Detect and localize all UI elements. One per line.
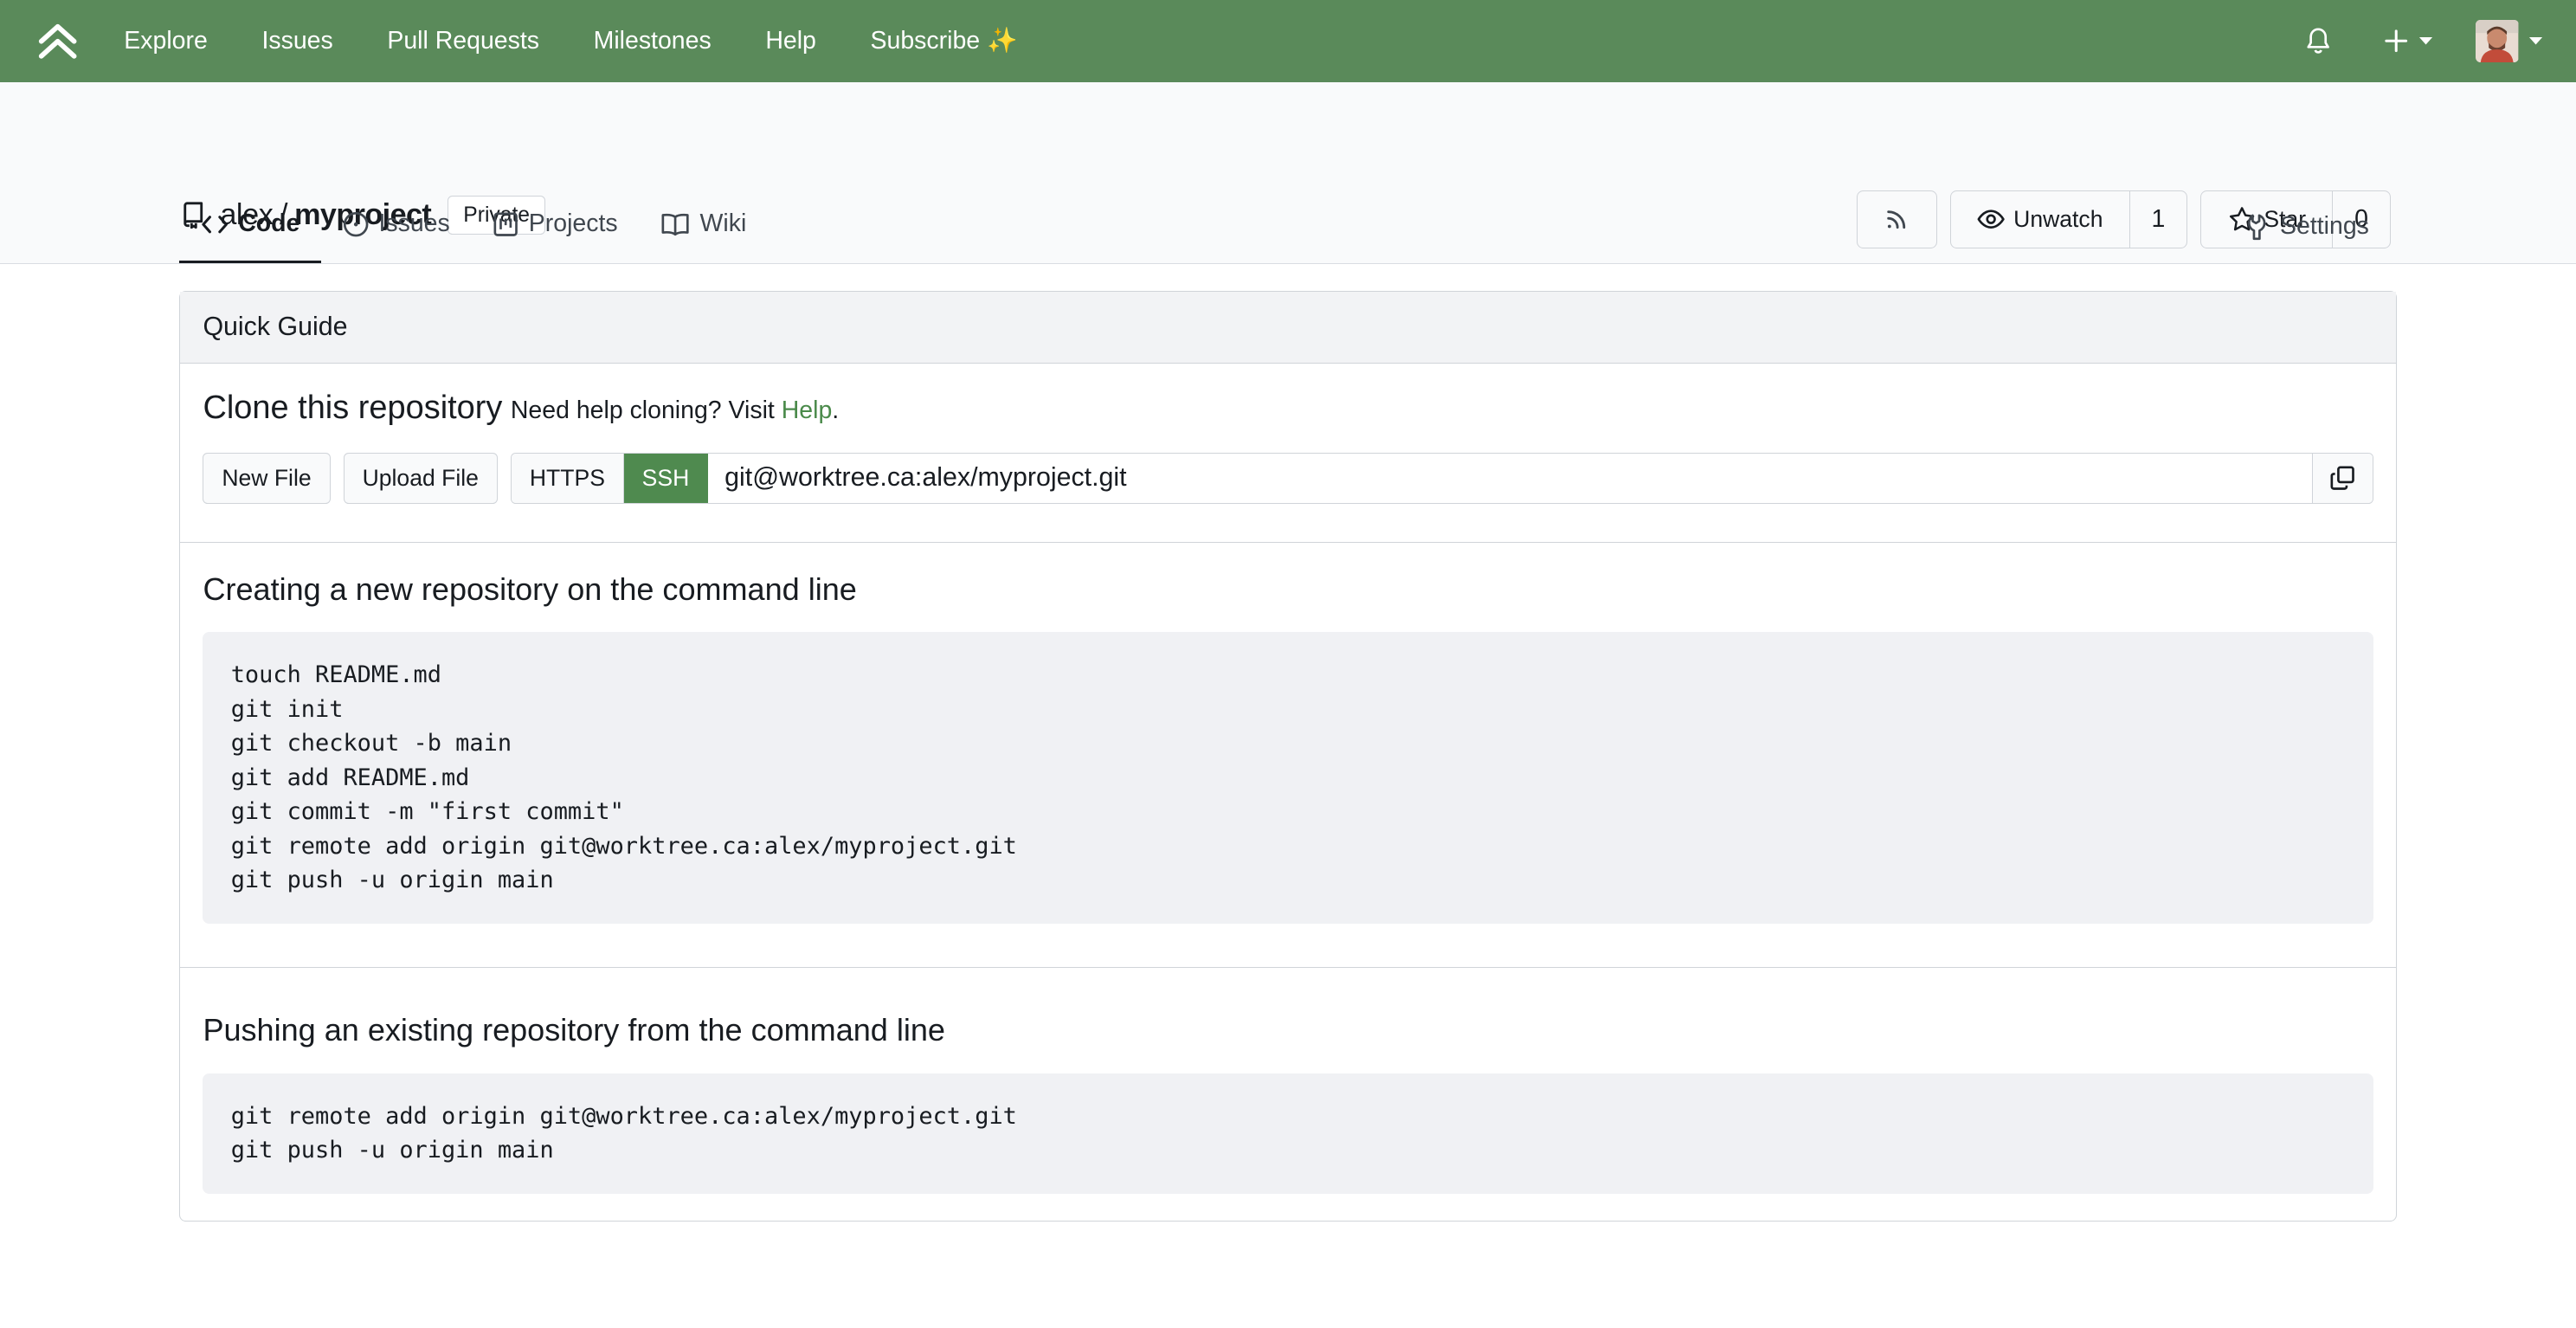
plus-icon xyxy=(2384,29,2408,53)
rss-icon xyxy=(1884,206,1909,232)
avatar xyxy=(2476,19,2519,63)
nav-issues[interactable]: Issues xyxy=(235,0,360,82)
watch-group: Unwatch 1 xyxy=(1950,190,2188,248)
nav-help[interactable]: Help xyxy=(738,0,843,82)
tab-wiki[interactable]: Wiki xyxy=(639,188,768,263)
book-icon xyxy=(660,212,690,236)
eye-icon xyxy=(1977,206,2006,232)
ssh-toggle[interactable]: SSH xyxy=(623,453,709,503)
clone-controls: New File Upload File HTTPS SSH xyxy=(203,452,2373,505)
chevron-down-icon xyxy=(2528,36,2543,46)
tab-projects-label: Projects xyxy=(528,210,618,238)
tab-settings[interactable]: Settings xyxy=(2223,190,2391,263)
clone-url-group: HTTPS SSH xyxy=(510,452,2373,504)
new-repo-section: Creating a new repository on the command… xyxy=(179,543,2397,969)
push-existing-section: Pushing an existing repository from the … xyxy=(180,968,2396,1221)
new-repo-title: Creating a new repository on the command… xyxy=(203,571,857,607)
clone-help-text: Need help cloning? Visit Help. xyxy=(511,396,839,425)
nav-explore[interactable]: Explore xyxy=(97,0,235,82)
repo-header: alex / myproject Private Unwatch 1 Star … xyxy=(0,81,2576,264)
rss-feed-group xyxy=(1856,190,1937,248)
nav-right xyxy=(2305,0,2576,82)
clone-section: Clone this repository Need help cloning?… xyxy=(179,364,2397,544)
clone-help-prefix: Need help cloning? Visit xyxy=(510,396,775,424)
copy-icon xyxy=(2329,465,2355,491)
nav-milestones[interactable]: Milestones xyxy=(566,0,738,82)
chevron-down-icon xyxy=(2418,36,2433,46)
push-existing-code: git remote add origin git@worktree.ca:al… xyxy=(203,1073,2373,1195)
push-existing-title: Pushing an existing repository from the … xyxy=(203,1012,945,1048)
create-menu-button[interactable] xyxy=(2384,29,2433,53)
tab-wiki-label: Wiki xyxy=(699,210,747,238)
upload-file-button[interactable]: Upload File xyxy=(343,452,498,504)
clone-url-input[interactable] xyxy=(708,453,2313,503)
watchers-count[interactable]: 1 xyxy=(2128,191,2186,248)
bell-icon[interactable] xyxy=(2305,27,2331,55)
issue-opened-icon xyxy=(343,211,369,237)
help-link[interactable]: Help xyxy=(782,396,833,424)
quick-guide-card: Quick Guide Clone this repository Need h… xyxy=(178,290,2398,1222)
project-icon xyxy=(493,211,518,237)
nav-pull-requests[interactable]: Pull Requests xyxy=(360,0,566,82)
tab-projects[interactable]: Projects xyxy=(471,188,639,263)
nav-subscribe[interactable]: Subscribe ✨ xyxy=(843,0,1045,82)
quick-guide-header: Quick Guide xyxy=(179,291,2397,364)
copy-url-button[interactable] xyxy=(2312,453,2373,503)
tab-issues[interactable]: Issues xyxy=(321,188,471,263)
tool-icon xyxy=(2244,213,2270,241)
clone-title-row: Clone this repository Need help cloning?… xyxy=(203,364,2373,435)
top-navbar: Explore Issues Pull Requests Milestones … xyxy=(0,0,2576,82)
logo-icon[interactable] xyxy=(29,16,86,66)
user-menu-button[interactable] xyxy=(2476,19,2543,63)
unwatch-button[interactable]: Unwatch xyxy=(1951,191,2129,248)
repo-tabs: Code Issues Projects Wiki xyxy=(178,188,768,263)
new-file-button[interactable]: New File xyxy=(203,452,331,504)
rss-feed-button[interactable] xyxy=(1858,191,1936,248)
tab-code[interactable]: Code xyxy=(178,188,322,263)
unwatch-label: Unwatch xyxy=(2013,205,2103,232)
tab-issues-label: Issues xyxy=(378,210,450,238)
clone-title: Clone this repository xyxy=(203,389,503,426)
clone-help-suffix: . xyxy=(832,396,840,424)
tab-settings-label: Settings xyxy=(2280,212,2369,241)
https-toggle[interactable]: HTTPS xyxy=(511,453,624,503)
tab-code-label: Code xyxy=(238,210,300,238)
new-repo-code: touch README.md git init git checkout -b… xyxy=(203,631,2373,925)
code-icon xyxy=(201,213,229,236)
